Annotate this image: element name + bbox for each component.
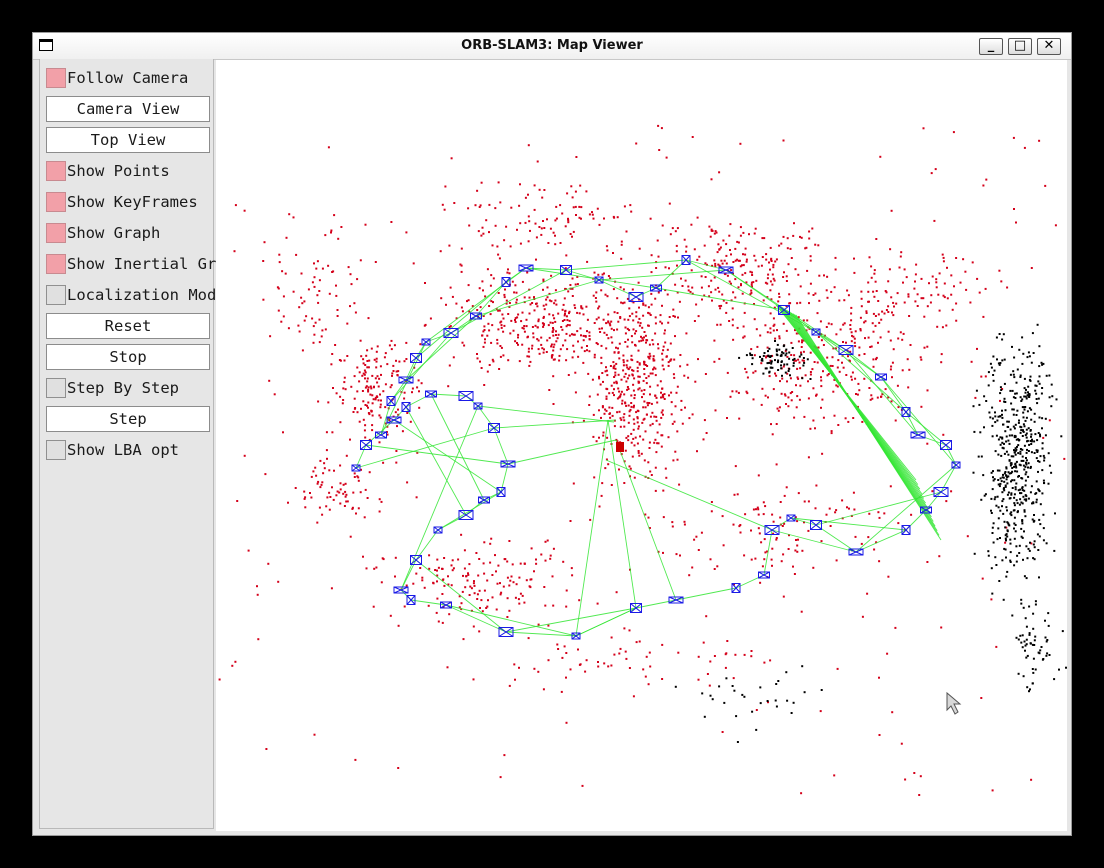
map-viewport[interactable] <box>216 60 1067 831</box>
window-title: ORB-SLAM3: Map Viewer <box>461 38 643 53</box>
reference-map-points <box>674 323 1067 743</box>
stop-button[interactable]: Stop <box>46 344 210 370</box>
top-view-button[interactable]: Top View <box>46 127 210 153</box>
show-lba-opt-checkbox[interactable] <box>46 440 66 460</box>
show-points-checkbox[interactable] <box>46 161 66 181</box>
control-panel: Follow Camera Camera View Top View Show … <box>39 59 244 829</box>
show-graph-label: Show Graph <box>67 224 161 242</box>
show-keyframes-checkbox[interactable] <box>46 192 66 212</box>
show-graph-checkbox[interactable] <box>46 223 66 243</box>
title-bar[interactable]: ORB-SLAM3: Map Viewer _ □ ✕ <box>33 33 1071 60</box>
reset-button[interactable]: Reset <box>46 313 210 339</box>
close-icon: ✕ <box>1043 38 1055 53</box>
minimize-icon: _ <box>987 38 995 53</box>
follow-camera-checkbox[interactable] <box>46 68 66 88</box>
show-keyframes-label: Show KeyFrames <box>67 193 198 211</box>
minimize-button[interactable]: _ <box>979 38 1003 55</box>
show-inertial-graph-checkbox[interactable] <box>46 254 66 274</box>
local-map-points <box>218 124 1066 796</box>
localization-mode-checkbox[interactable] <box>46 285 66 305</box>
show-lba-opt-label: Show LBA opt <box>67 441 179 459</box>
maximize-button[interactable]: □ <box>1008 38 1032 55</box>
localization-mode-label: Localization Mode <box>67 286 226 304</box>
maximize-icon: □ <box>1013 38 1027 53</box>
step-button[interactable]: Step <box>46 406 210 432</box>
follow-camera-label: Follow Camera <box>67 69 189 87</box>
close-button[interactable]: ✕ <box>1037 38 1061 55</box>
camera-view-button[interactable]: Camera View <box>46 96 210 122</box>
step-by-step-label: Step By Step <box>67 379 179 397</box>
show-points-label: Show Points <box>67 162 170 180</box>
map-canvas[interactable] <box>216 60 1067 831</box>
current-camera <box>616 442 624 452</box>
step-by-step-checkbox[interactable] <box>46 378 66 398</box>
map-viewer-window: ORB-SLAM3: Map Viewer _ □ ✕ Follow Camer… <box>32 32 1072 836</box>
mouse-cursor-icon <box>946 691 962 715</box>
